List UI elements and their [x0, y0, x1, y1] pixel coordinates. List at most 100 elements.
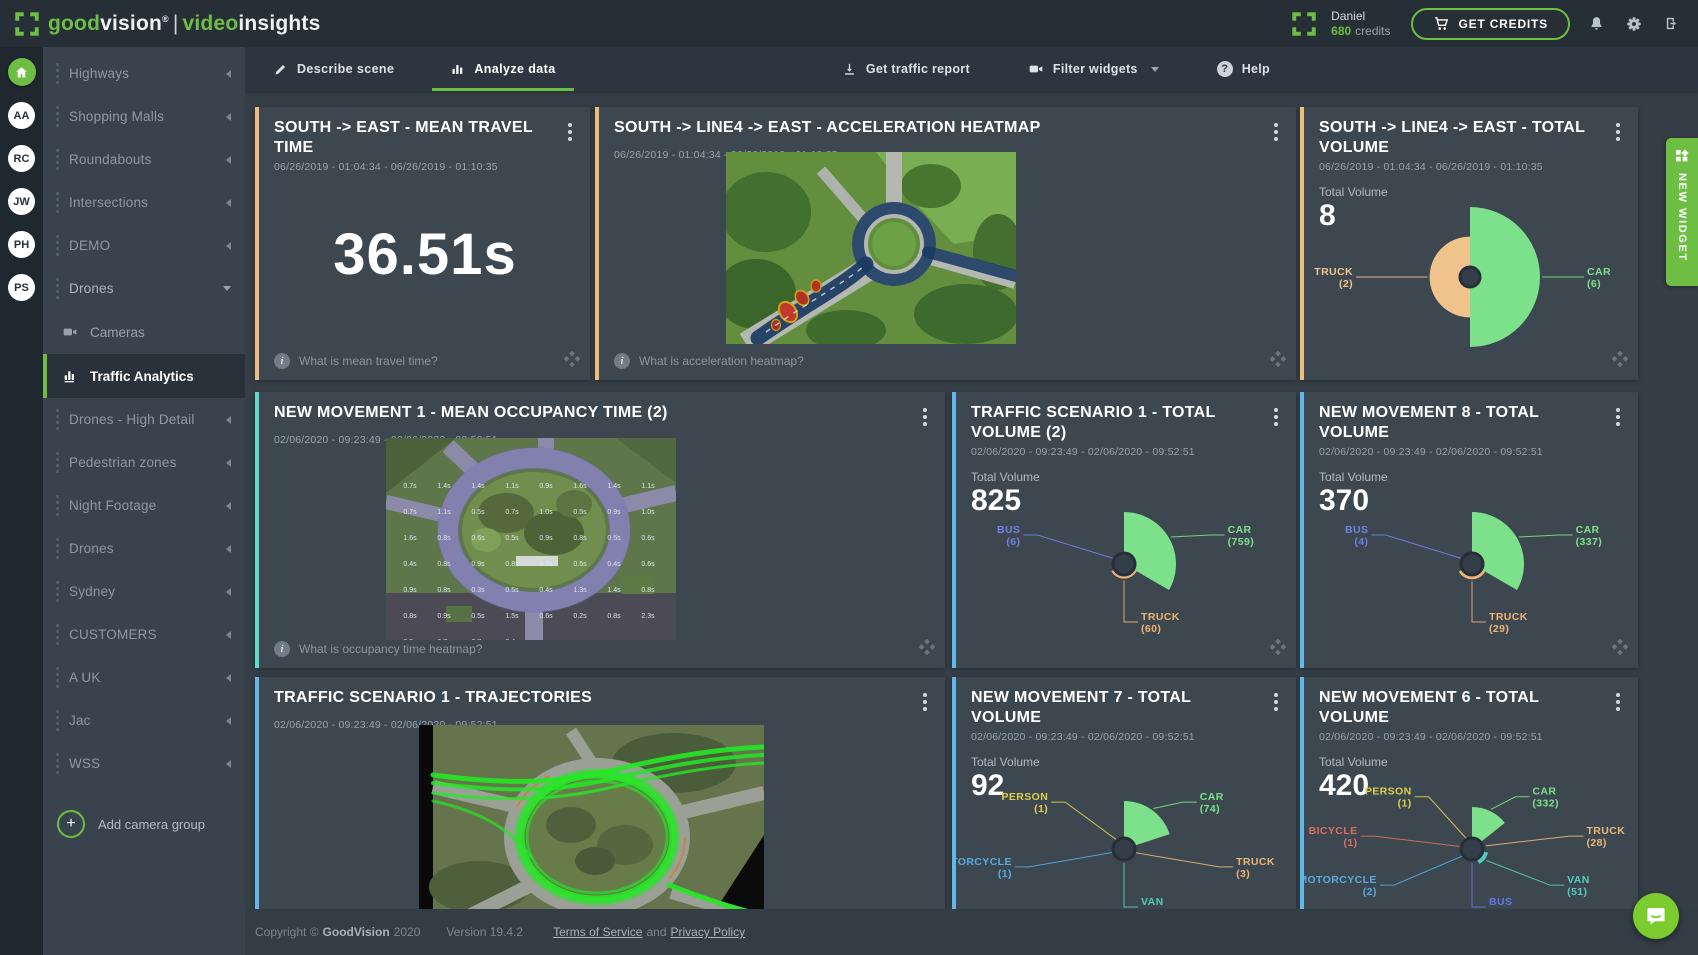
chevron-left-icon[interactable] [226, 502, 231, 510]
drag-handle-icon[interactable] [56, 581, 59, 602]
svg-text:VAN(51): VAN(51) [1567, 874, 1590, 898]
new-widget-button[interactable]: NEW WIDGET [1666, 138, 1698, 286]
sidebar-item-roundabouts[interactable]: Roundabouts [43, 138, 245, 181]
drag-handle-icon[interactable] [56, 192, 59, 213]
sidebar-item-a-uk[interactable]: A UK [43, 656, 245, 699]
chevron-left-icon[interactable] [226, 199, 231, 207]
chevron-left-icon[interactable] [226, 113, 231, 121]
logout-icon[interactable] [1660, 12, 1684, 36]
sidebar-item-traffic-analytics[interactable]: Traffic Analytics [43, 354, 245, 398]
drag-handle-icon[interactable] [56, 710, 59, 731]
widget-daterange: 02/06/2020 - 09:23:49 - 02/06/2020 - 09:… [971, 731, 1282, 743]
avatar[interactable]: AA [8, 102, 35, 129]
sidebar-item-jac[interactable]: Jac [43, 699, 245, 742]
svg-text:CAR(337): CAR(337) [1576, 524, 1603, 548]
widget-help-row[interactable]: iWhat is mean travel time? [274, 353, 438, 369]
sidebar-item-drones[interactable]: Drones [43, 267, 245, 310]
widget-menu-button[interactable] [1270, 688, 1282, 716]
chevron-left-icon[interactable] [226, 545, 231, 553]
chevron-down-icon[interactable] [223, 286, 231, 291]
volume-pie-chart: CAR(6)TRUCK(2) [1305, 177, 1635, 377]
svg-text:0.8s: 0.8s [437, 587, 451, 594]
drag-handle-icon[interactable] [56, 278, 59, 299]
chevron-left-icon[interactable] [226, 416, 231, 424]
terms-of-service-link[interactable]: Terms of Service [553, 925, 642, 939]
sidebar-item-sydney[interactable]: Sydney [43, 570, 245, 613]
chat-launcher-button[interactable] [1633, 893, 1679, 939]
filter-widgets-dropdown[interactable]: Filter widgets [1028, 61, 1159, 77]
svg-text:1.0s: 1.0s [641, 509, 655, 516]
widget-menu-button[interactable] [1612, 403, 1624, 431]
page-footer: Copyright © GoodVision 2020 Version 19.4… [245, 909, 1698, 955]
sidebar-item-intersections[interactable]: Intersections [43, 181, 245, 224]
chevron-left-icon[interactable] [226, 459, 231, 467]
avatar[interactable]: PS [8, 274, 35, 301]
widget-menu-button[interactable] [1612, 118, 1624, 146]
drag-handle-icon[interactable] [56, 235, 59, 256]
move-widget-icon[interactable] [1612, 639, 1628, 660]
avatar[interactable]: RC [8, 145, 35, 172]
sidebar-item-cameras[interactable]: Cameras [43, 310, 245, 354]
chevron-left-icon[interactable] [226, 70, 231, 78]
privacy-policy-link[interactable]: Privacy Policy [671, 925, 746, 939]
version-text: Version 19.4.2 [446, 925, 523, 939]
drag-handle-icon[interactable] [56, 753, 59, 774]
chevron-left-icon[interactable] [226, 674, 231, 682]
chevron-left-icon[interactable] [226, 242, 231, 250]
widget-menu-button[interactable] [1270, 118, 1282, 146]
chevron-left-icon[interactable] [226, 156, 231, 164]
widget-title: SOUTH -> EAST - MEAN TRAVEL TIME [274, 118, 564, 158]
get-credits-button[interactable]: GET CREDITS [1411, 8, 1570, 40]
drag-handle-icon[interactable] [56, 452, 59, 473]
widget-menu-button[interactable] [1270, 403, 1282, 431]
sidebar-item-shopping-malls[interactable]: Shopping Malls [43, 95, 245, 138]
settings-icon[interactable] [1622, 12, 1646, 36]
drag-handle-icon[interactable] [56, 667, 59, 688]
widget-help-row[interactable]: iWhat is acceleration heatmap? [614, 353, 804, 369]
tab-analyze-data[interactable]: Analyze data [422, 47, 583, 91]
chevron-left-icon[interactable] [226, 588, 231, 596]
widget-menu-button[interactable] [919, 688, 931, 716]
sidebar-item-highways[interactable]: Highways [43, 52, 245, 95]
sidebar-item-night-footage[interactable]: Night Footage [43, 484, 245, 527]
sidebar-item-drones-high-detail[interactable]: Drones - High Detail [43, 398, 245, 441]
sidebar-item-drones-2[interactable]: Drones [43, 527, 245, 570]
avatar[interactable]: PH [8, 231, 35, 258]
svg-text:0.7s: 0.7s [437, 639, 451, 640]
drag-handle-icon[interactable] [56, 495, 59, 516]
svg-text:0.9s: 0.9s [471, 561, 485, 568]
avatar[interactable]: JW [8, 188, 35, 215]
help-button[interactable]: ?Help [1217, 61, 1270, 77]
chevron-left-icon[interactable] [226, 760, 231, 768]
get-traffic-report-button[interactable]: Get traffic report [842, 62, 970, 77]
drag-handle-icon[interactable] [56, 149, 59, 170]
chevron-left-icon[interactable] [226, 717, 231, 725]
widget-help-row[interactable]: iWhat is occupancy time heatmap? [274, 641, 482, 657]
sidebar-item-wss[interactable]: WSS [43, 742, 245, 785]
move-widget-icon[interactable] [564, 351, 580, 372]
move-widget-icon[interactable] [1270, 351, 1286, 372]
drag-handle-icon[interactable] [56, 63, 59, 84]
tab-describe-scene[interactable]: Describe scene [245, 47, 422, 91]
svg-text:0.6s: 0.6s [539, 613, 553, 620]
move-widget-icon[interactable] [1270, 639, 1286, 660]
widget-menu-button[interactable] [1612, 688, 1624, 716]
move-widget-icon[interactable] [919, 639, 935, 660]
drag-handle-icon[interactable] [56, 409, 59, 430]
pencil-icon [273, 62, 288, 77]
home-button[interactable] [8, 58, 36, 86]
notifications-icon[interactable] [1584, 12, 1608, 36]
svg-text:0.6s: 0.6s [539, 561, 553, 568]
sidebar-item-demo[interactable]: DEMO [43, 224, 245, 267]
sidebar-item-customers[interactable]: CUSTOMERS [43, 613, 245, 656]
widget-menu-button[interactable] [564, 118, 576, 146]
add-camera-group-button[interactable]: +Add camera group [57, 810, 245, 838]
sidebar-item-pedestrian-zones[interactable]: Pedestrian zones [43, 441, 245, 484]
widget-menu-button[interactable] [919, 403, 931, 431]
drag-handle-icon[interactable] [56, 624, 59, 645]
widget-new-movement-8-total-volume: NEW MOVEMENT 8 - TOTAL VOLUME 02/06/2020… [1300, 392, 1638, 668]
drag-handle-icon[interactable] [56, 106, 59, 127]
drag-handle-icon[interactable] [56, 538, 59, 559]
chevron-left-icon[interactable] [226, 631, 231, 639]
move-widget-icon[interactable] [1612, 351, 1628, 372]
